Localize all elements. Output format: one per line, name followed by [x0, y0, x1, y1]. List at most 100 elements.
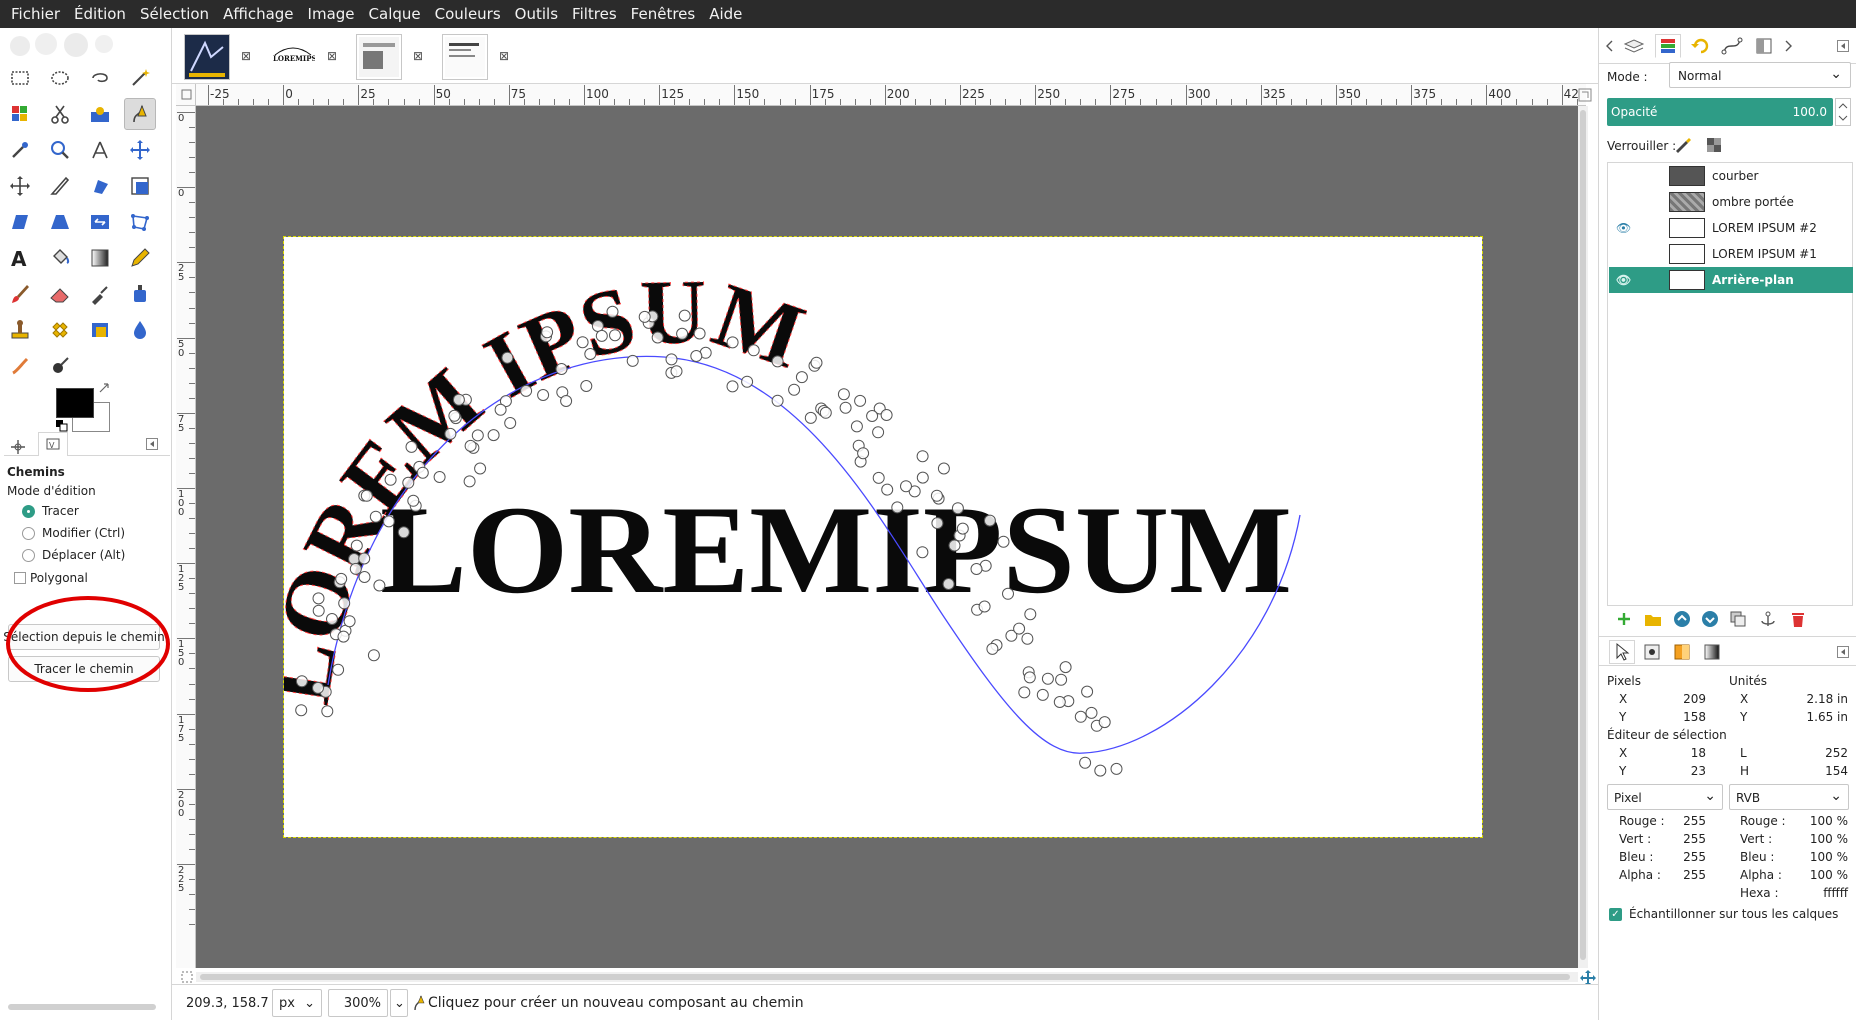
path-anchor[interactable]: [951, 502, 964, 515]
dock-scroll-right-icon[interactable]: [1783, 40, 1793, 52]
foreground-color-swatch[interactable]: [56, 388, 94, 418]
path-anchor[interactable]: [487, 429, 500, 442]
path-anchor[interactable]: [520, 384, 533, 397]
path-anchor[interactable]: [580, 380, 593, 392]
rect-select-tool[interactable]: [4, 62, 36, 94]
pencil-tool[interactable]: [124, 242, 156, 274]
scissors-tool[interactable]: [44, 98, 76, 130]
path-anchor[interactable]: [1053, 696, 1066, 708]
right-color-mode-dropdown[interactable]: RVB ⌄: [1729, 784, 1849, 810]
path-anchor[interactable]: [771, 394, 784, 407]
canvas-artwork[interactable]: LOREMIPSUM LOREM IPSUM: [246, 237, 1482, 837]
lower-layer-icon[interactable]: [1701, 610, 1719, 628]
path-anchor[interactable]: [471, 429, 484, 442]
path-anchor[interactable]: [348, 553, 361, 565]
path-anchor[interactable]: [970, 563, 983, 575]
layer-row-ombre-portee[interactable]: ombre portée: [1609, 189, 1853, 215]
cage-transform-tool[interactable]: [124, 206, 156, 238]
path-anchor[interactable]: [448, 409, 461, 422]
tab-paths[interactable]: [1719, 34, 1745, 58]
default-colors-icon[interactable]: [56, 420, 68, 432]
path-anchor[interactable]: [295, 704, 308, 717]
path-anchor[interactable]: [369, 510, 382, 523]
vertical-scroll-thumb[interactable]: [1580, 110, 1586, 960]
anchor-layer-icon[interactable]: [1759, 610, 1777, 628]
zoom-dropdown-button[interactable]: ⌄: [390, 989, 408, 1017]
path-anchor[interactable]: [349, 562, 362, 575]
path-anchor[interactable]: [1002, 587, 1014, 600]
dock-configure-icon[interactable]: [1837, 40, 1849, 52]
path-anchor[interactable]: [367, 649, 380, 662]
path-anchor[interactable]: [1094, 764, 1107, 777]
path-anchor[interactable]: [1110, 762, 1123, 775]
path-anchor[interactable]: [937, 462, 950, 475]
path-anchor[interactable]: [444, 427, 457, 440]
path-anchor[interactable]: [804, 411, 817, 424]
smudge-tool[interactable]: [4, 350, 36, 382]
unified-transform-tool[interactable]: [84, 170, 116, 202]
polygonal-label[interactable]: Polygonal: [30, 571, 88, 585]
menu-couleurs[interactable]: Couleurs: [428, 0, 508, 28]
path-anchor[interactable]: [1036, 688, 1049, 701]
new-layer-group-icon[interactable]: [1643, 610, 1663, 628]
vertical-scrollbar[interactable]: [1578, 106, 1588, 968]
path-anchor[interactable]: [986, 642, 999, 655]
new-layer-icon[interactable]: [1615, 610, 1633, 628]
horizontal-scrollbar[interactable]: [196, 972, 1578, 982]
ruler-corner[interactable]: [176, 84, 196, 106]
path-anchor[interactable]: [463, 475, 476, 488]
horizontal-scroll-thumb[interactable]: [200, 974, 1570, 980]
bucket-fill-tool[interactable]: [44, 242, 76, 274]
menu-calque[interactable]: Calque: [362, 0, 428, 28]
path-anchor[interactable]: [606, 305, 619, 318]
path-anchor[interactable]: [819, 406, 832, 419]
path-anchor[interactable]: [464, 439, 477, 452]
left-color-mode-dropdown[interactable]: Pixel ⌄: [1607, 784, 1723, 810]
path-anchor[interactable]: [609, 329, 621, 342]
move-tool[interactable]: [124, 134, 156, 166]
path-anchor[interactable]: [452, 393, 465, 406]
menu-outils[interactable]: Outils: [508, 0, 565, 28]
path-anchor[interactable]: [384, 473, 397, 486]
path-anchor[interactable]: [343, 615, 356, 628]
layer-row-lorem-ipsum-2[interactable]: 👁 LOREM IPSUM #2: [1609, 215, 1853, 241]
eraser-tool[interactable]: [44, 278, 76, 310]
mode-move-label[interactable]: Déplacer (Alt): [42, 548, 125, 562]
path-anchor[interactable]: [1055, 673, 1068, 686]
path-anchor[interactable]: [541, 326, 554, 339]
close-tab-4-icon[interactable]: ⊠: [498, 50, 510, 62]
menu-affichage[interactable]: Affichage: [216, 0, 300, 28]
path-anchor[interactable]: [676, 327, 689, 340]
path-anchor[interactable]: [416, 466, 429, 479]
path-anchor[interactable]: [690, 350, 703, 362]
mode-edit-label[interactable]: Modifier (Ctrl): [42, 526, 125, 540]
ink-tool[interactable]: [124, 278, 156, 310]
blur-tool[interactable]: [124, 314, 156, 346]
color-picker-tool[interactable]: [4, 134, 36, 166]
path-anchor[interactable]: [1074, 710, 1087, 723]
path-anchor[interactable]: [837, 388, 850, 401]
measure-tool[interactable]: [84, 134, 116, 166]
clone-tool[interactable]: [4, 314, 36, 346]
close-tab-2-icon[interactable]: ⊠: [326, 50, 338, 62]
path-anchor[interactable]: [560, 395, 573, 407]
delete-layer-icon[interactable]: [1789, 610, 1807, 628]
path-anchor[interactable]: [1023, 671, 1036, 684]
sample-all-layers-checkbox[interactable]: ✓: [1609, 908, 1622, 921]
path-anchor[interactable]: [854, 394, 867, 407]
path-anchor[interactable]: [576, 336, 589, 349]
path-anchor[interactable]: [726, 380, 739, 393]
path-anchor[interactable]: [360, 489, 373, 502]
path-anchor[interactable]: [693, 327, 706, 340]
crop-tool[interactable]: [44, 170, 76, 202]
flip-tool[interactable]: [84, 206, 116, 238]
layer-mode-dropdown[interactable]: Normal ⌄: [1669, 62, 1851, 88]
path-anchor[interactable]: [335, 572, 348, 585]
path-anchor[interactable]: [881, 483, 894, 496]
tab-gradients[interactable]: [1699, 640, 1725, 664]
menu-image[interactable]: Image: [301, 0, 362, 28]
lasso-tool[interactable]: [84, 62, 116, 94]
mode-design-radio[interactable]: [22, 505, 35, 518]
heal-tool[interactable]: [44, 314, 76, 346]
quick-mask-icon[interactable]: [180, 970, 194, 984]
